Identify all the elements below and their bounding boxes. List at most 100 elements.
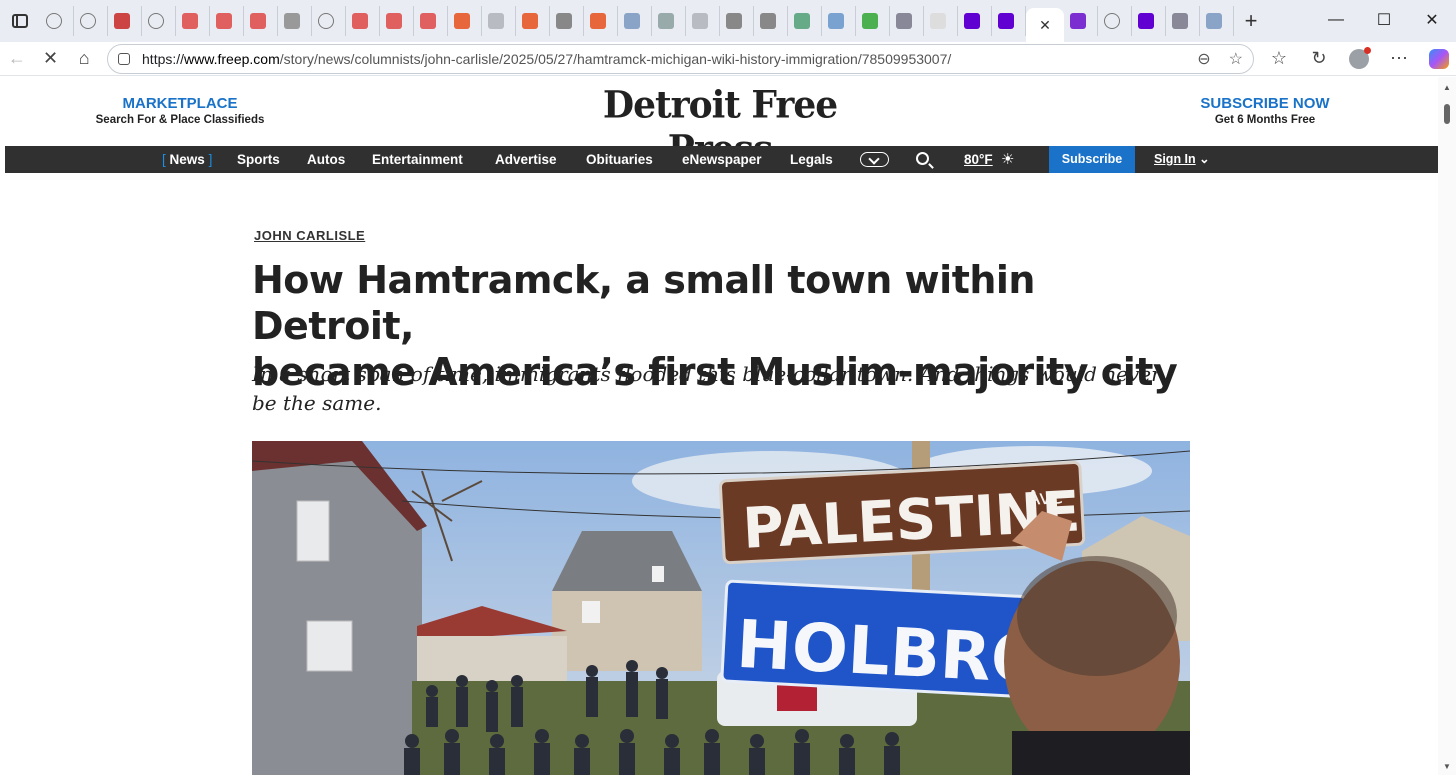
author-byline[interactable]: JOHN CARLISLE xyxy=(254,228,365,243)
favorites-button[interactable]: ☆ xyxy=(1262,44,1296,74)
sign-in-button[interactable]: Sign In ⌄ xyxy=(1154,146,1210,173)
yahoo-favicon-icon xyxy=(998,13,1014,29)
minimize-button[interactable]: — xyxy=(1312,0,1360,40)
reading-view-icon[interactable]: ⊖ xyxy=(1197,49,1210,69)
site-nav: [ News ] Sports Autos Entertainment Adve… xyxy=(5,146,1438,173)
browser-tab[interactable] xyxy=(482,6,516,36)
site-info-icon[interactable] xyxy=(118,52,131,65)
browser-tab[interactable] xyxy=(414,6,448,36)
browser-tab[interactable] xyxy=(516,6,550,36)
browser-toolbar: ← ✕ ⌂ https://www.freep.com/story/news/c… xyxy=(0,42,1456,76)
scroll-thumb[interactable] xyxy=(1444,104,1450,124)
browser-tab[interactable] xyxy=(890,6,924,36)
close-tab-icon[interactable]: ✕ xyxy=(1039,17,1051,34)
youtube-favicon-icon xyxy=(386,13,402,29)
page-scrollbar[interactable]: ▲ ▼ xyxy=(1438,77,1456,775)
gp-favicon-icon xyxy=(692,13,708,29)
favorite-star-icon[interactable]: ☆ xyxy=(1229,49,1243,69)
browser-tab[interactable] xyxy=(720,6,754,36)
browser-tab[interactable] xyxy=(1064,6,1098,36)
subscribe-promo-link[interactable]: SUBSCRIBE NOW Get 6 Months Free xyxy=(1170,95,1360,126)
search-icon[interactable] xyxy=(916,152,929,165)
nav-item-legals[interactable]: Legals xyxy=(790,146,833,173)
close-icon: ✕ xyxy=(42,48,59,68)
browser-tab[interactable] xyxy=(686,6,720,36)
circle-favicon-icon xyxy=(726,13,742,29)
browser-tab[interactable] xyxy=(822,6,856,36)
browser-tab[interactable] xyxy=(108,6,142,36)
news-favicon-icon xyxy=(114,13,130,29)
logo-favicon-icon xyxy=(284,13,300,29)
rss-favicon-icon xyxy=(590,13,606,29)
browser-tab[interactable] xyxy=(176,6,210,36)
browser-tab[interactable] xyxy=(312,6,346,36)
globe-favicon-icon xyxy=(80,13,96,29)
browser-tab-bar: ✕ + — ☐ ✕ xyxy=(0,0,1456,42)
browser-tab[interactable] xyxy=(754,6,788,36)
marketplace-title: MARKETPLACE xyxy=(122,95,238,112)
url-text[interactable]: https://www.freep.com/story/news/columni… xyxy=(142,51,951,67)
browser-tab[interactable] xyxy=(992,6,1026,36)
sign-in-label: Sign In xyxy=(1154,152,1196,166)
marketplace-subtitle: Search For & Place Classifieds xyxy=(95,114,265,126)
browser-tab[interactable] xyxy=(244,6,278,36)
browser-tab[interactable] xyxy=(380,6,414,36)
home-button[interactable]: ⌂ xyxy=(67,44,101,74)
history-button[interactable]: ↻ xyxy=(1302,44,1336,74)
browser-tab[interactable] xyxy=(1098,6,1132,36)
browser-tab[interactable] xyxy=(1200,6,1234,36)
browser-tab[interactable] xyxy=(618,6,652,36)
subscribe-button[interactable]: Subscribe xyxy=(1049,146,1135,173)
stop-button[interactable]: ✕ xyxy=(34,44,68,74)
nav-bracket-left: [ xyxy=(162,152,166,167)
browser-tab[interactable] xyxy=(142,6,176,36)
nav-item-obituaries[interactable]: Obituaries xyxy=(586,146,653,173)
nav-item-news[interactable]: [ News ] xyxy=(162,146,212,173)
rss-favicon-icon xyxy=(522,13,538,29)
close-window-button[interactable]: ✕ xyxy=(1408,0,1456,40)
copilot-button[interactable] xyxy=(1422,44,1456,74)
weather-temperature[interactable]: 80°F xyxy=(964,146,993,173)
browser-tab[interactable] xyxy=(1132,6,1166,36)
browser-tab[interactable] xyxy=(958,6,992,36)
nav-item-advertise[interactable]: Advertise xyxy=(495,146,557,173)
browser-tab[interactable] xyxy=(210,6,244,36)
cloud-favicon-icon xyxy=(1172,13,1188,29)
browser-tab[interactable] xyxy=(652,6,686,36)
new-tab-button[interactable]: + xyxy=(1234,6,1268,36)
subscribe-promo-title: SUBSCRIBE NOW xyxy=(1200,95,1330,112)
tab-active[interactable]: ✕ xyxy=(1026,8,1064,42)
masthead: MARKETPLACE Search For & Place Classifie… xyxy=(5,77,1438,171)
tab-actions-button[interactable] xyxy=(0,0,40,42)
m-favicon-icon xyxy=(1206,13,1222,29)
toolbar-right-actions: ☆ ↻ ⋯ xyxy=(1262,44,1456,74)
circle-favicon-icon xyxy=(760,13,776,29)
browser-tab[interactable] xyxy=(1166,6,1200,36)
browser-tab[interactable] xyxy=(924,6,958,36)
browser-tab[interactable] xyxy=(550,6,584,36)
sun-icon[interactable]: ☀ xyxy=(1001,152,1014,167)
browser-tab[interactable] xyxy=(448,6,482,36)
marketplace-link[interactable]: MARKETPLACE Search For & Place Classifie… xyxy=(85,95,275,126)
nav-item-enewspaper[interactable]: eNewspaper xyxy=(682,146,762,173)
more-menu-button[interactable]: ⋯ xyxy=(1382,44,1416,74)
nav-item-sports[interactable]: Sports xyxy=(237,146,280,173)
browser-tab[interactable] xyxy=(74,6,108,36)
browser-tab[interactable] xyxy=(856,6,890,36)
nav-item-entertainment[interactable]: Entertainment xyxy=(372,146,463,173)
back-button[interactable]: ← xyxy=(0,44,34,74)
browser-tab[interactable] xyxy=(584,6,618,36)
plane-favicon-icon xyxy=(828,13,844,29)
scroll-up-icon[interactable]: ▲ xyxy=(1443,83,1451,92)
more-menu-toggle[interactable] xyxy=(860,152,889,167)
profile-button[interactable] xyxy=(1342,44,1376,74)
address-bar[interactable]: https://www.freep.com/story/news/columni… xyxy=(107,43,1254,74)
browser-tab[interactable] xyxy=(278,6,312,36)
yahoo-favicon-icon xyxy=(1138,13,1154,29)
browser-tab[interactable] xyxy=(788,6,822,36)
browser-tab[interactable] xyxy=(346,6,380,36)
nav-item-autos[interactable]: Autos xyxy=(307,146,345,173)
scroll-down-icon[interactable]: ▼ xyxy=(1443,762,1451,771)
maximize-button[interactable]: ☐ xyxy=(1360,0,1408,40)
browser-tab[interactable] xyxy=(40,6,74,36)
